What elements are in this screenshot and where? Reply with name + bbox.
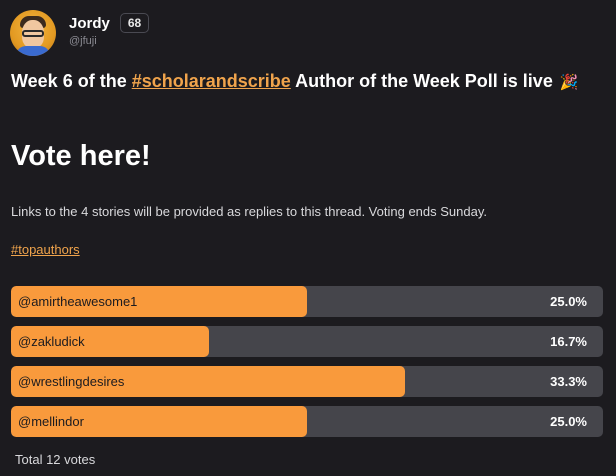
- poll-option-label: @wrestlingdesires: [18, 374, 125, 389]
- poll-total-votes: Total 12 votes: [15, 452, 96, 467]
- avatar-shirt: [16, 46, 50, 56]
- avatar-glasses: [22, 30, 44, 37]
- poll-option-percent: 25.0%: [550, 294, 587, 309]
- poll-option[interactable]: @wrestlingdesires 33.3%: [11, 366, 603, 397]
- post-header: Jordy 68 @jfuji: [10, 10, 150, 60]
- title-prefix: Week 6 of the: [11, 71, 132, 91]
- post-heading: Vote here!: [11, 140, 151, 172]
- poll-option-percent: 16.7%: [550, 334, 587, 349]
- party-popper-icon: 🎉: [559, 74, 579, 91]
- poll-option-percent: 25.0%: [550, 414, 587, 429]
- level-badge: 68: [119, 13, 150, 33]
- avatar[interactable]: [10, 10, 56, 56]
- poll-option[interactable]: @mellindor 25.0%: [11, 406, 603, 437]
- title-hashtag-link[interactable]: #scholarandscribe: [132, 71, 291, 91]
- display-name[interactable]: Jordy: [69, 15, 110, 32]
- poll-post: Jordy 68 @jfuji Week 6 of the #scholaran…: [0, 0, 616, 476]
- poll-option[interactable]: @amirtheawesome1 25.0%: [11, 286, 603, 317]
- name-row: Jordy 68: [69, 13, 150, 33]
- post-title: Week 6 of the #scholarandscribe Author o…: [11, 68, 601, 96]
- user-meta: Jordy 68 @jfuji: [69, 13, 150, 60]
- poll: @amirtheawesome1 25.0% @zakludick 16.7% …: [11, 286, 603, 446]
- post-body: Links to the 4 stories will be provided …: [11, 204, 487, 219]
- title-suffix: Author of the Week Poll is live: [290, 71, 553, 91]
- poll-option-percent: 33.3%: [550, 374, 587, 389]
- hashtag-link[interactable]: #topauthors: [11, 242, 80, 257]
- poll-option[interactable]: @zakludick 16.7%: [11, 326, 603, 357]
- poll-option-label: @amirtheawesome1: [18, 294, 138, 309]
- user-handle[interactable]: @jfuji: [69, 35, 149, 47]
- poll-option-label: @mellindor: [18, 414, 84, 429]
- poll-option-label: @zakludick: [18, 334, 85, 349]
